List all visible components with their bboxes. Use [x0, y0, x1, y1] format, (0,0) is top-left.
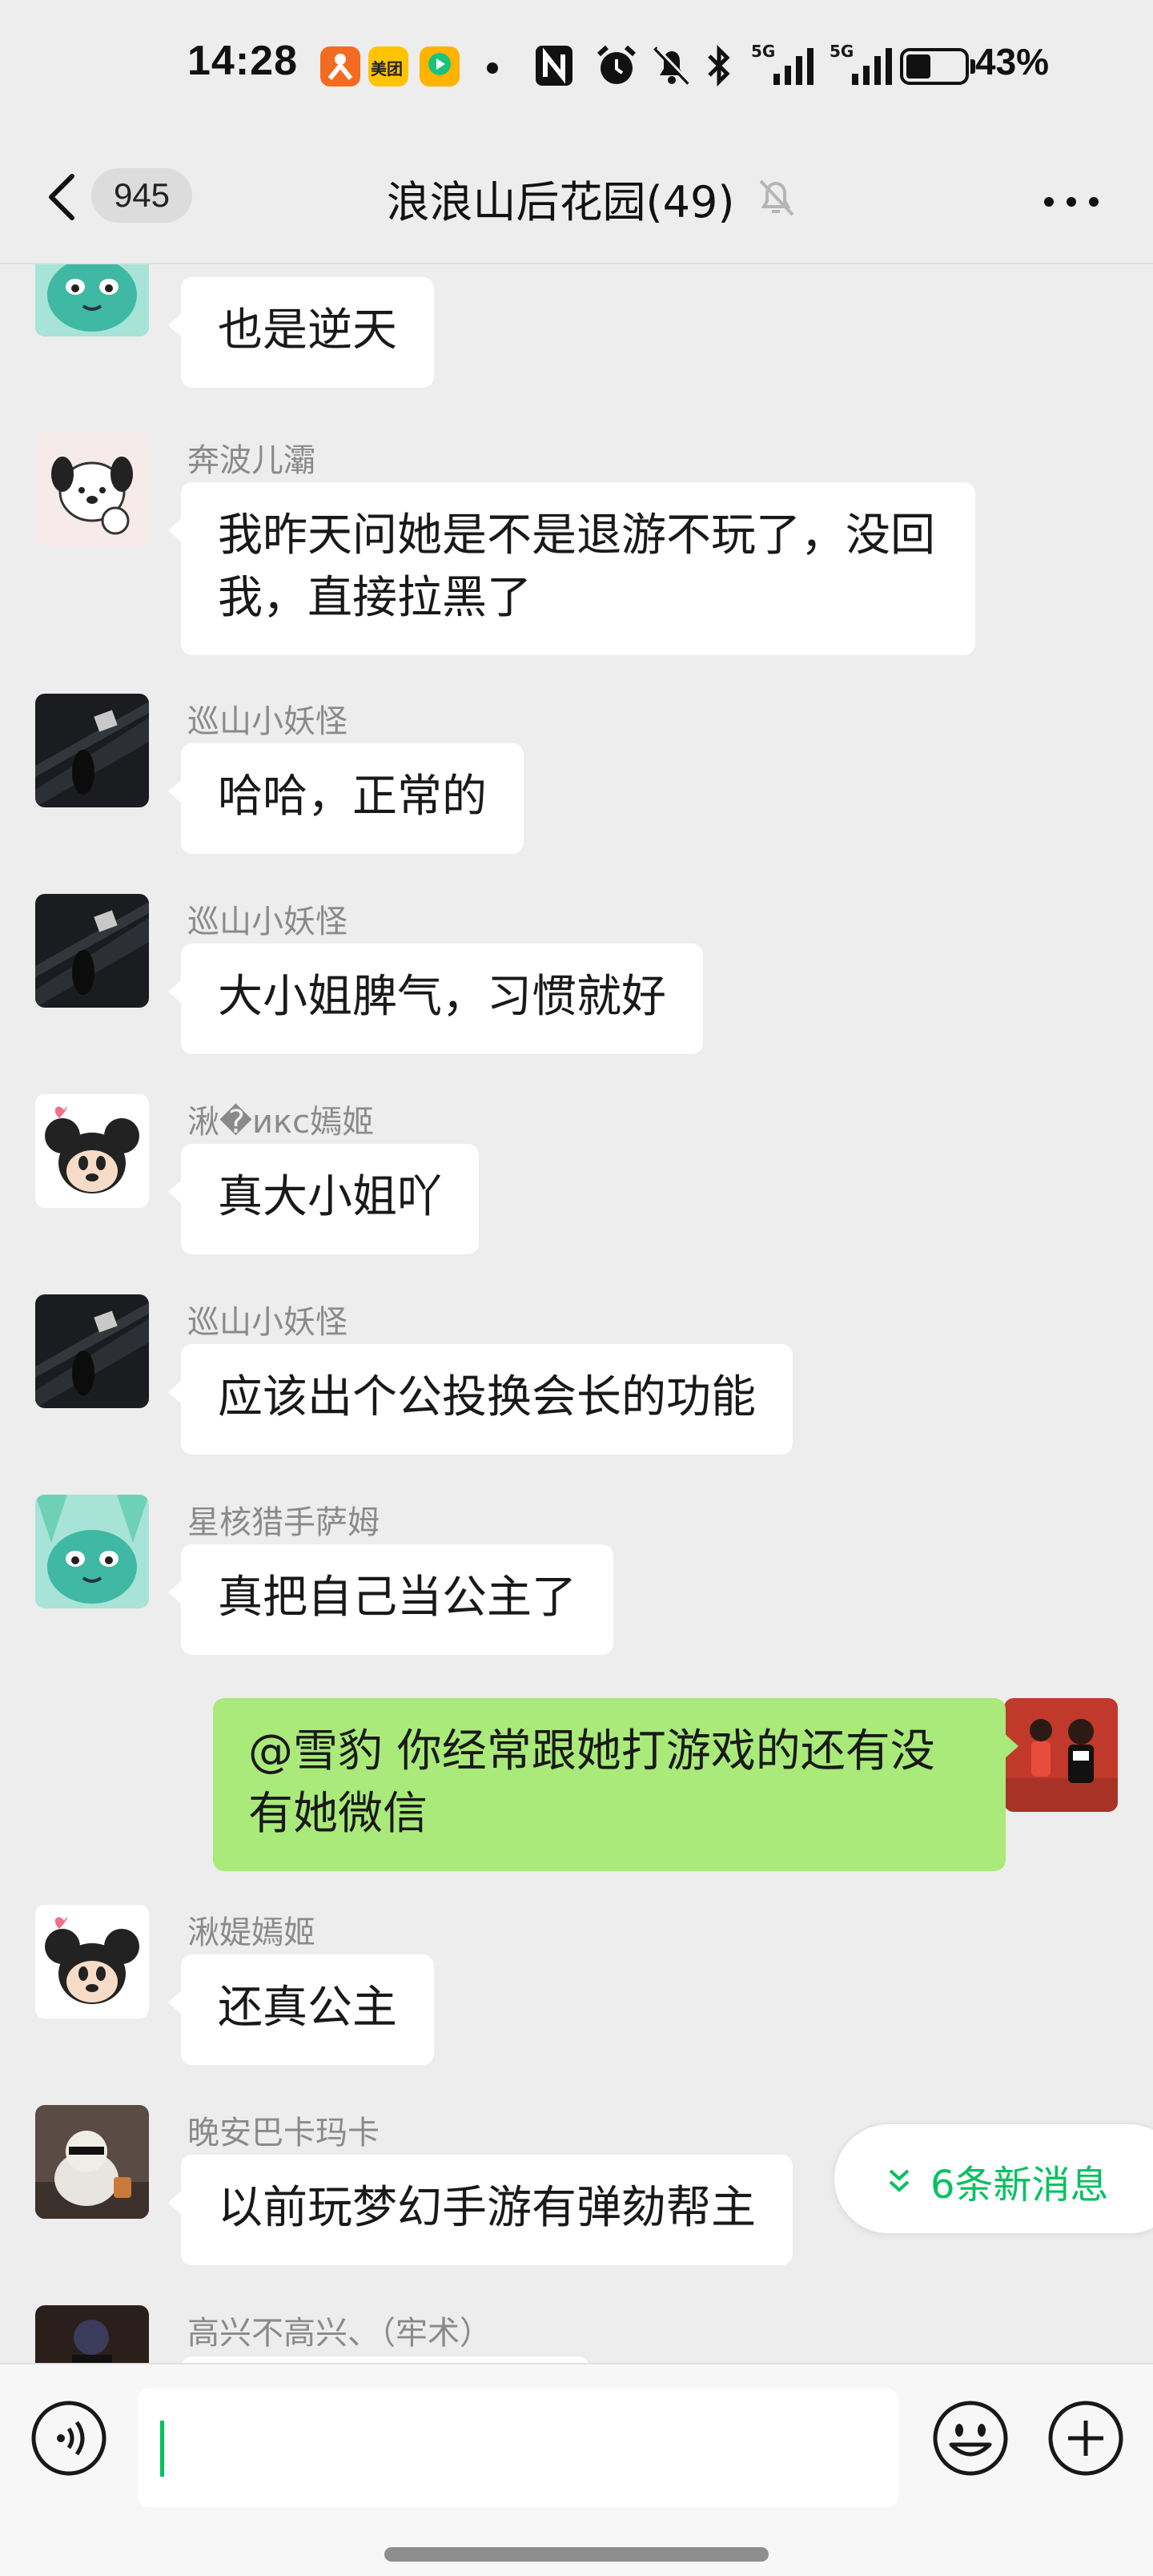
sender-name: 湫媞嫣姬 — [187, 1914, 315, 1951]
sender-name: 星核猎手萨姆 — [187, 1504, 380, 1541]
chat-header: 945 浪浪山后花园(49) — [0, 130, 1153, 264]
chat-input-bar — [0, 2363, 1153, 2576]
avatar[interactable] — [35, 2105, 149, 2219]
meituan-app-icon: 美团 — [368, 46, 408, 87]
alarm-icon — [597, 45, 637, 84]
notification-dot — [487, 62, 498, 74]
message-bubble[interactable]: 还真公主 — [168, 1954, 434, 2065]
video-app-icon — [420, 46, 460, 87]
sender-name: 巡山小妖怪 — [187, 1304, 348, 1341]
chat-title: 浪浪山后花园(49) — [386, 177, 735, 227]
status-time: 14:28 — [187, 38, 298, 84]
avatar[interactable] — [35, 1905, 149, 2019]
message-bubble[interactable]: 真把自己当公主了 — [168, 1544, 613, 1655]
cellular-signal-2: 5G — [825, 42, 897, 88]
avatar[interactable] — [35, 1294, 149, 1408]
new-messages-label: 6条新消息 — [930, 2163, 1109, 2208]
new-messages-pill[interactable]: 6条新消息 — [833, 2123, 1153, 2235]
message-bubble[interactable] — [181, 2357, 589, 2363]
avatar[interactable] — [35, 694, 149, 807]
avatar[interactable] — [35, 264, 149, 336]
battery-icon — [900, 48, 975, 85]
meituan-label: 美团 — [371, 59, 403, 78]
battery-percentage: 43% — [975, 41, 1050, 83]
avatar[interactable] — [35, 1094, 149, 1208]
message-bubble-mine[interactable]: @雪豹 你经常跟她打游戏的还有没有她微信 — [213, 1698, 1018, 1871]
sender-name: 巡山小妖怪 — [187, 703, 348, 740]
avatar-self[interactable] — [1004, 1698, 1118, 1812]
sender-name: 奔波儿灞 — [187, 442, 315, 479]
status-bar: 14:28 美团 5G 5G 43% — [0, 0, 1153, 130]
chat-message-list[interactable]: 也是逆天 奔波儿灞 我昨天问她是不是退游不玩了，没回我，直接拉黑了 巡山小妖怪 … — [0, 264, 1153, 2363]
add-attachment-icon[interactable] — [1046, 2398, 1126, 2478]
sender-name: 巡山小妖怪 — [187, 904, 348, 940]
text-caret — [160, 2421, 164, 2477]
message-bubble[interactable]: 应该出个公投换会长的功能 — [168, 1344, 793, 1455]
avatar[interactable] — [35, 1495, 149, 1608]
message-bubble[interactable]: 我昨天问她是不是退游不玩了，没回我，直接拉黑了 — [168, 482, 975, 655]
avatar[interactable] — [35, 894, 149, 1008]
silent-mode-icon — [653, 46, 693, 85]
message-bubble[interactable]: 也是逆天 — [168, 277, 434, 388]
avatar[interactable] — [35, 433, 149, 546]
home-indicator[interactable] — [384, 2547, 769, 2562]
message-input[interactable] — [138, 2389, 898, 2507]
message-bubble[interactable]: 大小姐脾气，习惯就好 — [168, 944, 703, 1054]
cellular-signal-1: 5G — [746, 42, 818, 88]
double-chevron-down-icon — [889, 2169, 910, 2192]
nfc-icon — [536, 46, 572, 86]
sender-name: 湫�икс嫣姬 — [187, 1104, 375, 1141]
battery-fill — [906, 54, 930, 78]
muted-bell-icon — [759, 179, 794, 216]
avatar[interactable] — [35, 2305, 149, 2363]
bluetooth-icon — [708, 44, 730, 87]
message-bubble[interactable]: 以前玩梦幻手游有弹劾帮主 — [168, 2155, 793, 2265]
message-bubble[interactable]: 真大小姐吖 — [168, 1144, 479, 1254]
sender-name: 高兴不高兴、（牢术） — [187, 2315, 492, 2352]
didi-app-icon — [320, 46, 360, 87]
emoji-icon[interactable] — [930, 2398, 1010, 2478]
sender-name: 晚安巴卡玛卡 — [187, 2115, 380, 2151]
more-options-icon[interactable] — [1041, 194, 1102, 210]
voice-input-icon[interactable] — [29, 2398, 109, 2478]
message-bubble[interactable]: 哈哈，正常的 — [168, 743, 524, 854]
